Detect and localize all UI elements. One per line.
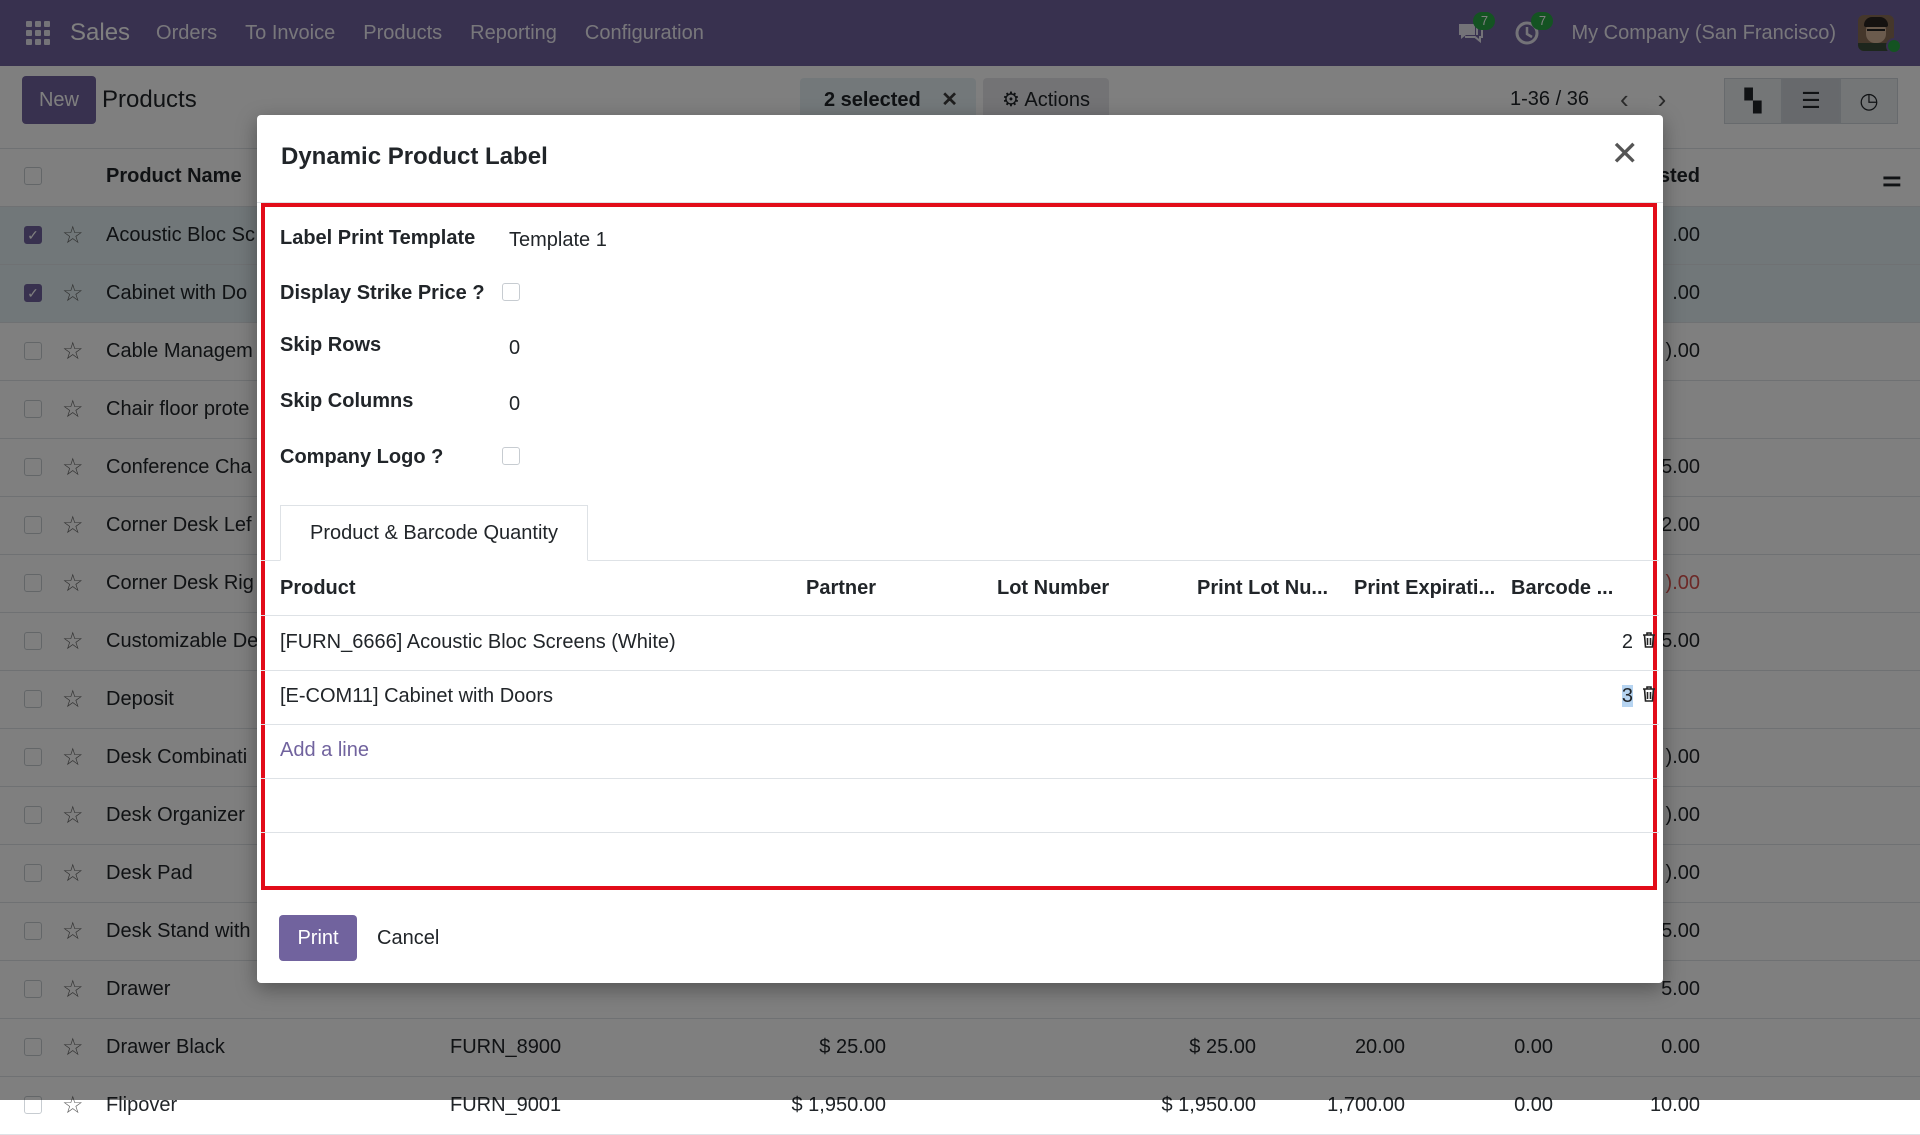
- empty-row: [261, 778, 1659, 833]
- add-line-link[interactable]: Add a line: [280, 739, 369, 762]
- strike-price-checkbox[interactable]: [502, 283, 520, 301]
- cancel-button[interactable]: Cancel: [377, 915, 439, 961]
- col-barcode-qty[interactable]: Barcode ...: [1511, 577, 1613, 600]
- skip-rows-field[interactable]: 0: [509, 337, 520, 360]
- add-line-row: Add a line: [261, 724, 1659, 779]
- col-lot-number[interactable]: Lot Number: [997, 577, 1109, 600]
- print-button[interactable]: Print: [279, 915, 357, 961]
- company-logo-checkbox[interactable]: [502, 447, 520, 465]
- table-row[interactable]: [FURN_6666] Acoustic Bloc Screens (White…: [261, 616, 1659, 671]
- col-print-lot[interactable]: Print Lot Nu...: [1197, 577, 1328, 600]
- line-product[interactable]: [E-COM11] Cabinet with Doors: [280, 685, 553, 708]
- strike-price-label: Display Strike Price ?: [280, 282, 485, 304]
- template-field[interactable]: Template 1: [509, 229, 607, 252]
- col-print-expiration[interactable]: Print Expirati...: [1354, 577, 1495, 600]
- skip-rows-label: Skip Rows: [280, 334, 382, 356]
- dialog-title: Dynamic Product Label: [281, 143, 548, 170]
- line-product[interactable]: [FURN_6666] Acoustic Bloc Screens (White…: [280, 631, 676, 654]
- line-quantity[interactable]: 2: [1597, 631, 1633, 654]
- table-row[interactable]: [E-COM11] Cabinet with Doors 3: [261, 670, 1659, 725]
- col-partner[interactable]: Partner: [806, 577, 876, 600]
- dynamic-label-dialog: Dynamic Product Label ✕ Label Print Temp…: [257, 115, 1663, 983]
- template-label: Label Print Template: [280, 227, 476, 249]
- lines-header: Product Partner Lot Number Print Lot Nu.…: [261, 561, 1659, 616]
- close-icon[interactable]: ✕: [1611, 137, 1640, 171]
- line-quantity[interactable]: 3: [1597, 685, 1633, 708]
- tab-product-barcode-quantity[interactable]: Product & Barcode Quantity: [280, 505, 588, 561]
- skip-columns-field[interactable]: 0: [509, 393, 520, 416]
- col-product[interactable]: Product: [280, 577, 356, 600]
- trash-icon[interactable]: [1642, 632, 1656, 648]
- trash-icon[interactable]: [1642, 686, 1656, 702]
- skip-columns-label: Skip Columns: [280, 390, 414, 412]
- dialog-header: Dynamic Product Label ✕: [257, 115, 1663, 203]
- line-quantity-value[interactable]: 3: [1621, 685, 1633, 707]
- company-logo-label: Company Logo ?: [280, 446, 444, 468]
